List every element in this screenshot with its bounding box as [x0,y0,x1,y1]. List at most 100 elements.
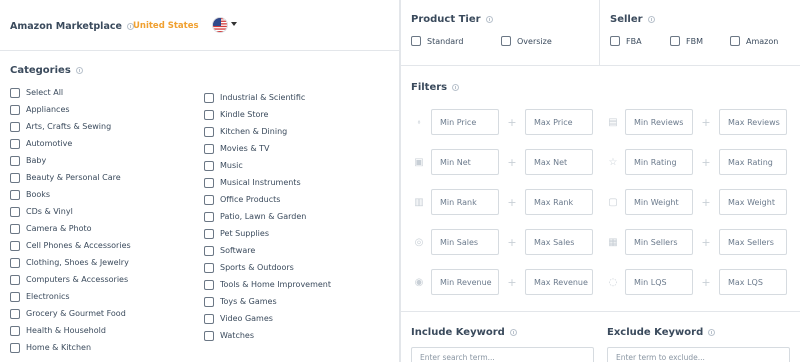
checkbox[interactable] [204,330,214,341]
filter-input[interactable]: Max LQS [719,269,787,295]
checkbox[interactable] [204,92,214,103]
chevron-down-icon[interactable] [231,22,237,26]
checkbox[interactable] [10,223,20,234]
category-checkbox-item[interactable]: CDs & Vinyl [10,203,131,220]
category-checkbox-item[interactable]: Grocery & Gourmet Food [10,305,131,322]
category-checkbox-item[interactable]: Video Games [204,310,331,327]
checkbox[interactable] [411,36,421,46]
category-checkbox-item[interactable]: Music [204,157,331,174]
category-checkbox-item[interactable]: Movies & TV [204,140,331,157]
checkbox[interactable] [10,138,20,149]
tier-oversize-checkbox[interactable]: Oversize [501,36,552,46]
filter-input[interactable]: Min Rank [431,189,499,215]
category-checkbox-item[interactable]: Software [204,242,331,259]
category-checkbox-item[interactable]: Kitchen & Dining [204,123,331,140]
checkbox[interactable] [204,143,214,154]
checkbox[interactable] [204,177,214,188]
category-checkbox-item[interactable]: Musical Instruments [204,174,331,191]
checkbox[interactable] [10,206,20,217]
category-checkbox-item[interactable]: Patio, Lawn & Garden [204,208,331,225]
checkbox[interactable] [610,36,620,46]
category-checkbox-item[interactable]: Industrial & Scientific [204,89,331,106]
checkbox[interactable] [204,296,214,307]
info-icon[interactable] [485,16,493,23]
category-checkbox-item[interactable]: Electronics [10,288,131,305]
category-checkbox-item[interactable]: Home & Kitchen [10,339,131,356]
checkbox[interactable] [10,240,20,251]
include-keyword-input[interactable]: Enter search term... [411,347,594,362]
info-icon[interactable] [647,16,655,23]
category-checkbox-item[interactable]: Kindle Store [204,106,331,123]
filter-input[interactable]: Min Price [431,109,499,135]
category-checkbox-item[interactable]: Toys & Games [204,293,331,310]
category-checkbox-item[interactable]: Camera & Photo [10,220,131,237]
filter-input[interactable]: Max Price [525,109,593,135]
category-checkbox-item[interactable]: Office Products [204,191,331,208]
exclude-keyword-input[interactable]: Enter term to exclude... [607,347,790,362]
checkbox[interactable] [204,313,214,324]
checkbox[interactable] [10,87,20,98]
us-flag-icon[interactable] [212,17,228,33]
category-checkbox-item[interactable]: Select All [10,84,131,101]
category-checkbox-item[interactable]: Clothing, Shoes & Jewelry [10,254,131,271]
filter-input[interactable]: Max Reviews [719,109,787,135]
checkbox[interactable] [204,211,214,222]
seller-amazon-checkbox[interactable]: Amazon [730,36,778,46]
info-icon[interactable] [452,84,460,91]
filter-input[interactable]: Min Weight [625,189,693,215]
checkbox[interactable] [10,189,20,200]
category-checkbox-item[interactable]: Tools & Home Improvement [204,276,331,293]
checkbox[interactable] [204,228,214,239]
category-checkbox-item[interactable]: Cell Phones & Accessories [10,237,131,254]
checkbox[interactable] [204,160,214,171]
category-checkbox-item[interactable]: Automotive [10,135,131,152]
checkbox[interactable] [10,342,20,353]
category-checkbox-item[interactable]: Sports & Outdoors [204,259,331,276]
filter-input[interactable]: Max Rank [525,189,593,215]
filter-input[interactable]: Max Sellers [719,229,787,255]
category-checkbox-item[interactable]: Health & Household [10,322,131,339]
checkbox[interactable] [204,109,214,120]
checkbox[interactable] [10,308,20,319]
filter-input[interactable]: Max Rating [719,149,787,175]
checkbox[interactable] [670,36,680,46]
filter-input[interactable]: Min Sellers [625,229,693,255]
info-icon[interactable] [75,67,83,74]
info-icon[interactable] [708,329,716,336]
category-checkbox-item[interactable]: Arts, Crafts & Sewing [10,118,131,135]
marketplace-country[interactable]: United States [133,21,199,31]
checkbox[interactable] [730,36,740,46]
checkbox[interactable] [204,194,214,205]
filter-input[interactable]: Min LQS [625,269,693,295]
checkbox[interactable] [10,274,20,285]
seller-fba-checkbox[interactable]: FBA [610,36,642,46]
checkbox[interactable] [501,36,511,46]
checkbox[interactable] [10,121,20,132]
category-checkbox-item[interactable]: Pet Supplies [204,225,331,242]
checkbox[interactable] [10,155,20,166]
checkbox[interactable] [10,104,20,115]
filter-input[interactable]: Min Net [431,149,499,175]
filter-input[interactable]: Min Revenue [431,269,499,295]
filter-input[interactable]: Max Revenue [525,269,593,295]
checkbox[interactable] [204,279,214,290]
checkbox[interactable] [204,262,214,273]
checkbox[interactable] [204,126,214,137]
checkbox[interactable] [10,257,20,268]
seller-fbm-checkbox[interactable]: FBM [670,36,703,46]
filter-input[interactable]: Max Sales [525,229,593,255]
info-icon[interactable] [509,329,517,336]
category-checkbox-item[interactable]: Watches [204,327,331,344]
checkbox[interactable] [10,172,20,183]
checkbox[interactable] [10,291,20,302]
category-checkbox-item[interactable]: Beauty & Personal Care [10,169,131,186]
category-checkbox-item[interactable]: Appliances [10,101,131,118]
filter-input[interactable]: Max Net [525,149,593,175]
checkbox[interactable] [204,245,214,256]
filter-input[interactable]: Min Reviews [625,109,693,135]
category-checkbox-item[interactable]: Baby [10,152,131,169]
filter-input[interactable]: Min Sales [431,229,499,255]
category-checkbox-item[interactable]: Books [10,186,131,203]
checkbox[interactable] [10,325,20,336]
tier-standard-checkbox[interactable]: Standard [411,36,463,46]
